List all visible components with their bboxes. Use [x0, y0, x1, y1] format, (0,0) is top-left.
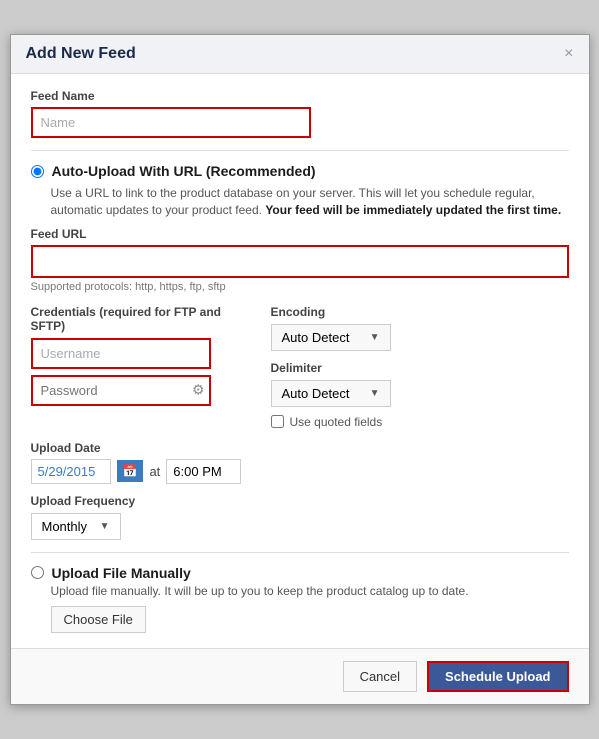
- manual-radio-row: Upload File Manually: [31, 565, 569, 581]
- feed-url-input[interactable]: [31, 245, 569, 278]
- divider-1: [31, 150, 569, 151]
- add-new-feed-modal: Add New Feed × Feed Name Auto-Upload Wit…: [10, 34, 590, 705]
- delimiter-dropdown[interactable]: Auto Detect ▼: [271, 380, 391, 407]
- auto-upload-label: Auto-Upload With URL (Recommended): [52, 163, 316, 179]
- encoding-delimiter-col: Encoding Auto Detect ▼ Delimiter Auto De…: [271, 305, 569, 429]
- cancel-button[interactable]: Cancel: [343, 661, 417, 692]
- credentials-encoding-row: Credentials (required for FTP and SFTP) …: [31, 305, 569, 429]
- credentials-label: Credentials (required for FTP and SFTP): [31, 305, 251, 333]
- modal-body: Feed Name Auto-Upload With URL (Recommen…: [11, 74, 589, 648]
- divider-2: [31, 552, 569, 553]
- password-input[interactable]: [31, 375, 211, 406]
- supported-protocols-text: Supported protocols: http, https, ftp, s…: [31, 281, 569, 293]
- auto-upload-section: Auto-Upload With URL (Recommended) Use a…: [31, 163, 569, 540]
- delimiter-arrow: ▼: [370, 388, 380, 399]
- feed-name-group: Feed Name: [31, 89, 569, 138]
- close-button[interactable]: ×: [564, 46, 573, 62]
- auto-upload-radio[interactable]: [31, 165, 44, 178]
- manual-upload-description: Upload file manually. It will be up to y…: [51, 584, 569, 598]
- frequency-value: Monthly: [42, 519, 88, 534]
- username-input[interactable]: [31, 338, 211, 369]
- upload-date-section: Upload Date 📅 at: [31, 441, 569, 484]
- feed-name-input[interactable]: [31, 107, 311, 138]
- feed-url-label: Feed URL: [31, 227, 569, 241]
- quoted-fields-row: Use quoted fields: [271, 415, 569, 429]
- modal-title: Add New Feed: [26, 45, 136, 63]
- upload-date-label: Upload Date: [31, 441, 569, 455]
- time-input[interactable]: [166, 459, 241, 484]
- delimiter-label: Delimiter: [271, 361, 569, 375]
- password-icon: ⚙: [192, 382, 205, 399]
- modal-header: Add New Feed ×: [11, 35, 589, 74]
- auto-upload-radio-row: Auto-Upload With URL (Recommended): [31, 163, 569, 179]
- at-label: at: [149, 464, 160, 479]
- delimiter-value: Auto Detect: [282, 386, 350, 401]
- upload-frequency-label: Upload Frequency: [31, 494, 569, 508]
- credentials-col: Credentials (required for FTP and SFTP) …: [31, 305, 251, 429]
- use-quoted-fields-checkbox[interactable]: [271, 415, 284, 428]
- encoding-label: Encoding: [271, 305, 569, 319]
- encoding-arrow: ▼: [370, 332, 380, 343]
- calendar-button[interactable]: 📅: [117, 460, 144, 482]
- manual-upload-label: Upload File Manually: [52, 565, 191, 581]
- password-wrapper: ⚙: [31, 375, 211, 406]
- feed-name-label: Feed Name: [31, 89, 569, 103]
- frequency-arrow: ▼: [100, 521, 110, 532]
- feed-url-group: Feed URL Supported protocols: http, http…: [31, 227, 569, 293]
- manual-upload-radio[interactable]: [31, 566, 44, 579]
- upload-frequency-section: Upload Frequency Monthly ▼: [31, 494, 569, 540]
- schedule-upload-button[interactable]: Schedule Upload: [427, 661, 568, 692]
- calendar-icon: 📅: [123, 464, 138, 478]
- encoding-dropdown[interactable]: Auto Detect ▼: [271, 324, 391, 351]
- modal-footer: Cancel Schedule Upload: [11, 648, 589, 704]
- upload-date-row: 📅 at: [31, 459, 569, 484]
- auto-upload-description: Use a URL to link to the product databas…: [51, 185, 569, 219]
- quoted-fields-label: Use quoted fields: [290, 415, 383, 429]
- frequency-dropdown[interactable]: Monthly ▼: [31, 513, 121, 540]
- encoding-value: Auto Detect: [282, 330, 350, 345]
- choose-file-button[interactable]: Choose File: [51, 606, 146, 633]
- date-input[interactable]: [31, 459, 111, 484]
- manual-upload-section: Upload File Manually Upload file manuall…: [31, 565, 569, 633]
- delimiter-group: Delimiter Auto Detect ▼: [271, 361, 569, 407]
